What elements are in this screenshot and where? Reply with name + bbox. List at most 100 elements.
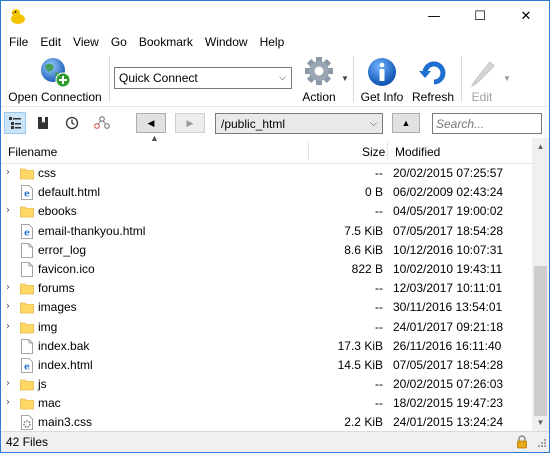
forward-arrow-icon: ▶ xyxy=(186,117,194,128)
file-name: js xyxy=(38,377,47,392)
expand-chevron-icon[interactable]: › xyxy=(6,282,10,293)
modified-column-header[interactable]: Modified xyxy=(395,138,440,164)
file-name: error_log xyxy=(38,242,87,257)
file-name: main3.css xyxy=(38,415,93,430)
expand-chevron-icon[interactable]: › xyxy=(6,321,10,332)
toolbar-separator xyxy=(461,56,462,102)
title-bar: — ☐ ✕ xyxy=(1,1,549,32)
file-size: -- xyxy=(375,204,383,219)
bonjour-view-button[interactable] xyxy=(91,112,113,134)
forward-button[interactable]: ▶ xyxy=(175,113,205,133)
file-name: default.html xyxy=(38,185,101,200)
expand-chevron-icon[interactable]: › xyxy=(6,397,10,408)
expand-chevron-icon[interactable]: › xyxy=(6,301,10,312)
action-dropdown-icon[interactable]: ▼ xyxy=(341,74,349,83)
file-name: email-thankyou.html xyxy=(38,223,146,238)
svg-text:e: e xyxy=(24,362,30,372)
menu-view[interactable]: View xyxy=(67,32,105,52)
bookmark-book-icon xyxy=(38,117,48,129)
file-row[interactable]: e index.html 14.5 KiB 07/05/2017 18:54:28 xyxy=(1,356,532,375)
refresh-button[interactable]: Refresh xyxy=(409,54,457,104)
file-row[interactable]: › ebooks -- 04/05/2017 19:00:02 xyxy=(1,202,532,221)
current-path: /public_html xyxy=(221,116,286,131)
file-modified: 20/02/2015 07:25:57 xyxy=(393,166,504,180)
file-size: 7.5 KiB xyxy=(344,223,383,238)
file-modified: 07/05/2017 18:54:28 xyxy=(393,223,504,238)
file-row[interactable]: › forums -- 12/03/2017 10:11:01 xyxy=(1,279,532,298)
file-size: -- xyxy=(375,281,383,296)
file-row[interactable]: index.bak 17.3 KiB 26/11/2016 16:11:40 xyxy=(1,337,532,356)
edit-dropdown-icon[interactable]: ▼ xyxy=(503,74,511,83)
toolbar-separator xyxy=(109,56,110,102)
menu-go[interactable]: Go xyxy=(105,32,133,52)
menu-edit[interactable]: Edit xyxy=(34,32,67,52)
scroll-down-arrow-icon[interactable]: ▼ xyxy=(532,414,549,431)
file-name: ebooks xyxy=(38,204,77,219)
file-row[interactable]: › mac -- 18/02/2015 19:47:23 xyxy=(1,394,532,413)
size-column-header[interactable]: Size xyxy=(362,138,385,164)
file-size: -- xyxy=(375,396,383,411)
back-button[interactable]: ◀ xyxy=(136,113,166,133)
file-row[interactable]: main3.css 2.2 KiB 24/01/2015 13:24:24 xyxy=(1,413,532,431)
file-modified: 10/12/2016 10:07:31 xyxy=(393,242,504,257)
menu-help[interactable]: Help xyxy=(254,32,291,52)
file-row[interactable]: e default.html 0 B 06/02/2009 02:43:24 xyxy=(1,183,532,202)
scrollbar-thumb[interactable] xyxy=(534,266,547,416)
bookmarks-view-button[interactable] xyxy=(32,112,54,134)
parent-directory-button[interactable]: ▲ xyxy=(392,113,420,133)
search-input[interactable] xyxy=(432,113,542,134)
chevron-down-icon: ⌵ xyxy=(279,72,286,82)
file-size: -- xyxy=(375,319,383,334)
maximize-button[interactable]: ☐ xyxy=(457,1,503,32)
menu-window[interactable]: Window xyxy=(199,32,254,52)
menu-file[interactable]: File xyxy=(3,32,34,52)
browser-view-button[interactable] xyxy=(4,112,26,134)
expand-chevron-icon[interactable]: › xyxy=(6,205,10,216)
get-info-button[interactable]: Get Info xyxy=(359,54,405,104)
filename-column-header[interactable]: Filename xyxy=(8,138,57,164)
column-divider[interactable] xyxy=(387,141,388,161)
file-row[interactable]: › images -- 30/11/2016 13:54:01 xyxy=(1,298,532,317)
lock-icon[interactable] xyxy=(515,435,529,449)
scroll-up-arrow-icon[interactable]: ▲ xyxy=(532,138,549,155)
file-icon xyxy=(21,338,33,354)
minimize-button[interactable]: — xyxy=(411,1,457,32)
file-size: -- xyxy=(375,166,383,180)
file-row[interactable]: › js -- 20/02/2015 07:26:03 xyxy=(1,375,532,394)
file-row[interactable]: e email-thankyou.html 7.5 KiB 07/05/2017 18… xyxy=(1,222,532,241)
folder-icon xyxy=(20,398,34,410)
menu-bookmark[interactable]: Bookmark xyxy=(133,32,199,52)
sort-ascending-icon: ▲ xyxy=(150,133,159,143)
quick-connect-label: Quick Connect xyxy=(119,71,198,85)
file-modified: 06/02/2009 02:43:24 xyxy=(393,185,504,200)
path-dropdown[interactable]: /public_html ⌵ xyxy=(215,113,383,134)
vertical-scrollbar[interactable]: ▲ ▼ xyxy=(532,138,549,431)
refresh-icon xyxy=(419,61,446,85)
close-button[interactable]: ✕ xyxy=(503,1,549,32)
toolbar: Open Connection Quick Connect ⌵ Action ▼… xyxy=(1,52,549,106)
file-name: images xyxy=(38,300,77,315)
file-size: 17.3 KiB xyxy=(337,338,383,353)
open-connection-button[interactable]: Open Connection xyxy=(5,54,105,104)
file-row[interactable]: favicon.ico 822 B 10/02/2010 19:43:11 xyxy=(1,260,532,279)
file-row[interactable]: › css -- 20/02/2015 07:25:57 xyxy=(1,164,532,183)
column-divider[interactable] xyxy=(308,141,309,161)
edit-button[interactable]: Edit xyxy=(465,54,499,104)
file-list[interactable]: › css -- 20/02/2015 07:25:57 e default.html 0 … xyxy=(1,164,532,431)
file-row[interactable]: › img -- 24/01/2017 09:21:18 xyxy=(1,318,532,337)
expand-chevron-icon[interactable]: › xyxy=(6,378,10,389)
file-row[interactable]: error_log 8.6 KiB 10/12/2016 10:07:31 xyxy=(1,241,532,260)
resize-grip-icon[interactable] xyxy=(535,438,547,450)
action-button[interactable]: Action xyxy=(297,54,341,104)
file-modified: 07/05/2017 18:54:28 xyxy=(393,357,504,372)
quick-connect-dropdown[interactable]: Quick Connect ⌵ xyxy=(114,67,292,89)
open-connection-label: Open Connection xyxy=(8,90,102,104)
action-label: Action xyxy=(302,90,336,104)
file-size: 14.5 KiB xyxy=(337,357,383,372)
expand-chevron-icon[interactable]: › xyxy=(6,167,10,178)
file-size: -- xyxy=(375,300,383,315)
chevron-down-icon: ⌵ xyxy=(370,118,377,128)
history-view-button[interactable] xyxy=(61,112,83,134)
network-icon xyxy=(94,116,110,129)
file-size: -- xyxy=(375,377,383,392)
